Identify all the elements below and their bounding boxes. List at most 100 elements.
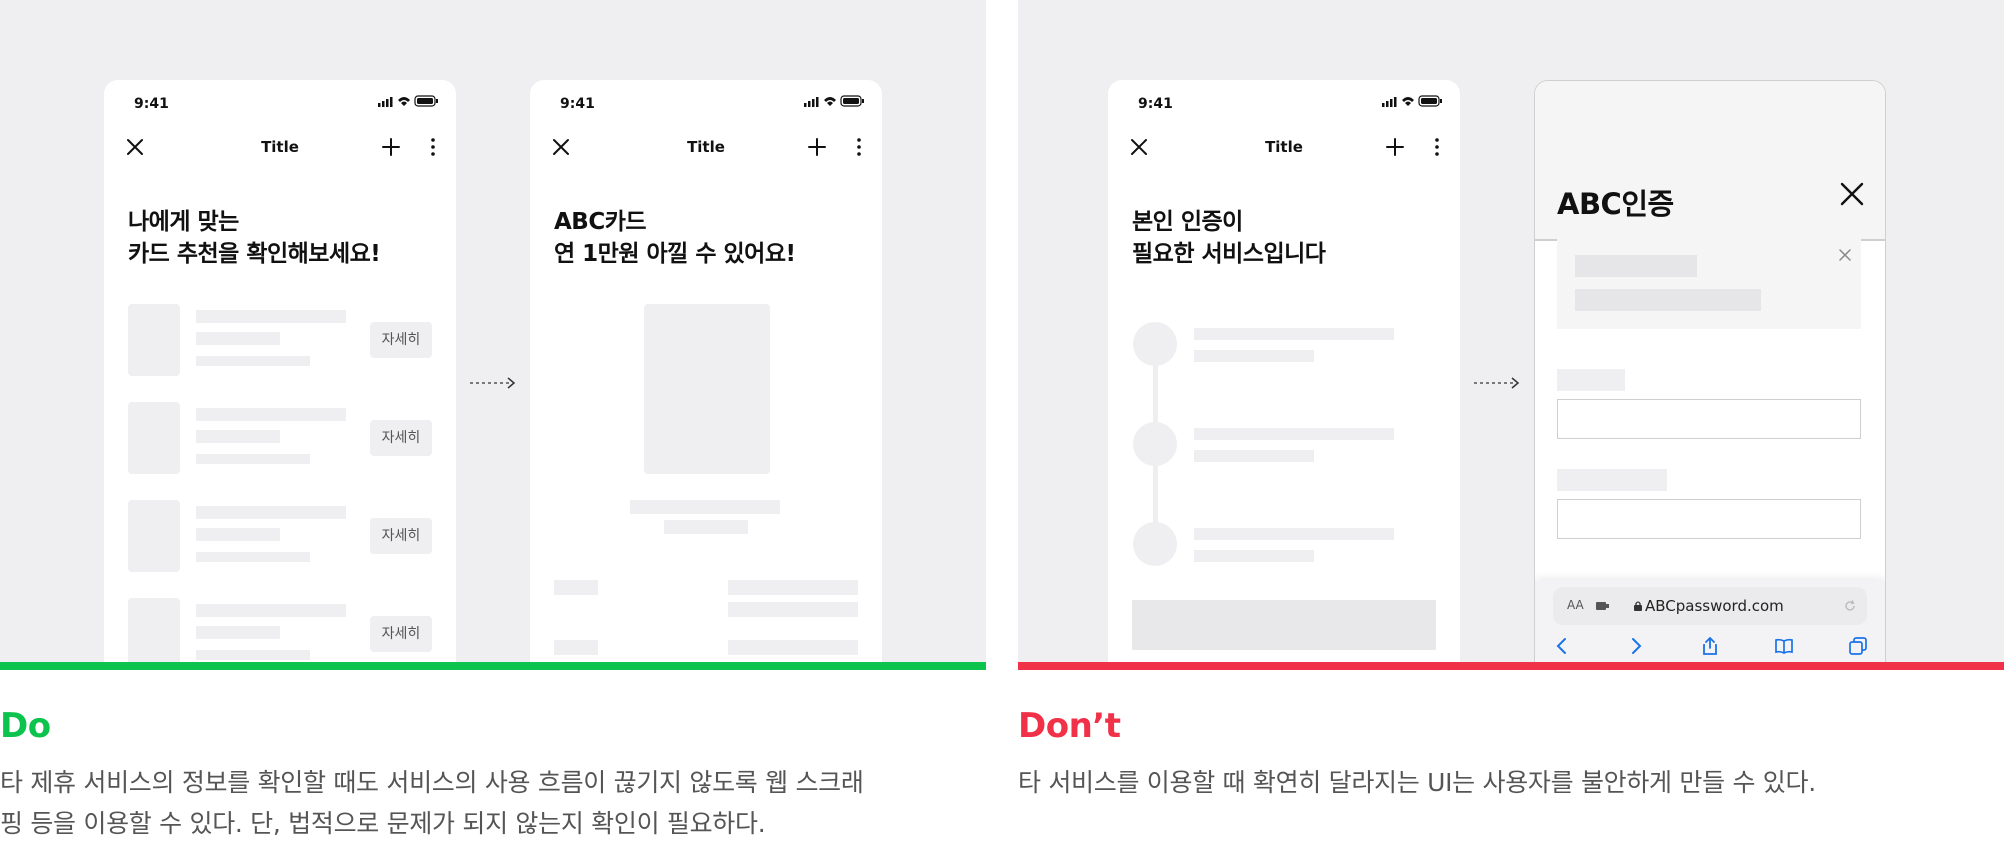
dont-phone-external-web: 9:41 ABC인증 AA ABCpassword.com (1534, 80, 1886, 662)
text-placeholder (1194, 328, 1394, 340)
text-placeholder (630, 500, 780, 514)
text-placeholder (196, 408, 346, 421)
text-placeholder (196, 552, 310, 562)
plus-icon[interactable] (804, 134, 830, 160)
card-thumbnail-placeholder (128, 500, 180, 572)
detail-button[interactable]: 자세히 (370, 322, 432, 358)
primary-button-placeholder[interactable] (1132, 600, 1436, 650)
step-circle-placeholder (1133, 422, 1177, 466)
do-description: 타 제휴 서비스의 정보를 확인할 때도 서비스의 사용 흐름이 끊기지 않도록… (0, 762, 986, 844)
value-placeholder (728, 580, 858, 595)
step-circle-placeholder (1133, 522, 1177, 566)
card-thumbnail-placeholder (128, 402, 180, 474)
close-icon[interactable] (1837, 179, 1867, 209)
headline-line-2: 카드 추천을 확인해보세요! (128, 241, 381, 267)
text-placeholder (196, 310, 346, 323)
status-icons (1382, 95, 1442, 107)
value-placeholder (728, 640, 858, 655)
extension-icon[interactable] (1595, 599, 1611, 613)
do-heading: Do (0, 706, 51, 746)
form-input-field[interactable] (1557, 499, 1861, 539)
flow-arrow-icon (1474, 377, 1520, 389)
status-time: 9:41 (1138, 96, 1173, 112)
plus-icon[interactable] (378, 134, 404, 160)
browser-toolbar: AA ABCpassword.com (1535, 581, 1885, 662)
more-vertical-icon[interactable] (852, 134, 866, 160)
do-phone-recommend: 9:41 Title 나에게 맞는 카드 추천을 확인해보세요! 자세히 자세히… (104, 80, 456, 662)
field-label-placeholder (1557, 469, 1667, 491)
share-icon[interactable] (1699, 635, 1721, 657)
status-bar: 9:41 (104, 80, 456, 124)
headline-line-1: ABC카드 (554, 209, 647, 235)
flow-arrow-icon (470, 377, 516, 389)
text-placeholder (1575, 289, 1761, 311)
status-time: 9:41 (560, 96, 595, 112)
text-placeholder (1575, 255, 1697, 277)
close-icon[interactable] (1837, 247, 1853, 263)
text-placeholder (196, 626, 280, 639)
description-line: 타 제휴 서비스의 정보를 확인할 때도 서비스의 사용 흐름이 끊기지 않도록… (0, 768, 864, 797)
back-icon[interactable] (1551, 635, 1573, 657)
notice-box (1557, 237, 1861, 329)
screen-headline: 본인 인증이 필요한 서비스입니다 (1132, 206, 1326, 270)
status-time: 9:41 (134, 96, 169, 112)
text-placeholder (1194, 528, 1394, 540)
text-placeholder (196, 332, 280, 345)
dont-indicator-bar (1018, 662, 2004, 670)
status-bar: 9:41 (530, 80, 882, 124)
dont-panel: 9:41 Title 본인 인증이 필요한 서비스입니다 ABC인증 AA AB… (1018, 0, 2004, 662)
headline-line-1: 나에게 맞는 (128, 209, 239, 235)
external-page-title: ABC인증 (1557, 187, 1674, 221)
value-placeholder (728, 602, 858, 617)
reload-icon[interactable] (1843, 599, 1857, 613)
text-placeholder (196, 650, 310, 660)
label-placeholder (554, 640, 598, 655)
status-icons (378, 95, 438, 107)
status-bar: 9:41 (1108, 80, 1460, 124)
nav-bar: Title (104, 124, 456, 172)
step-circle-placeholder (1133, 322, 1177, 366)
nav-bar: Title (530, 124, 882, 172)
forward-icon[interactable] (1625, 635, 1647, 657)
tabs-icon[interactable] (1847, 635, 1869, 657)
text-placeholder (196, 430, 280, 443)
text-placeholder (1194, 450, 1314, 462)
headline-line-2: 연 1만원 아낄 수 있어요! (554, 241, 796, 267)
do-indicator-bar (0, 662, 986, 670)
text-placeholder (196, 506, 346, 519)
description-line: 타 서비스를 이용할 때 확연히 달라지는 UI는 사용자를 불안하게 만들 수… (1018, 768, 1816, 797)
text-placeholder (664, 520, 748, 534)
do-panel: 9:41 Title 나에게 맞는 카드 추천을 확인해보세요! 자세히 자세히… (0, 0, 986, 662)
card-image-placeholder (644, 304, 770, 474)
text-placeholder (196, 528, 280, 541)
status-icons (804, 95, 864, 107)
screen-headline: 나에게 맞는 카드 추천을 확인해보세요! (128, 206, 381, 270)
text-placeholder (196, 454, 310, 464)
bookmarks-icon[interactable] (1773, 635, 1795, 657)
do-phone-card-detail: 9:41 Title ABC카드 연 1만원 아낄 수 있어요! (530, 80, 882, 662)
label-placeholder (554, 580, 598, 595)
text-placeholder (196, 356, 310, 366)
card-thumbnail-placeholder (128, 304, 180, 376)
card-thumbnail-placeholder (128, 598, 180, 662)
detail-button[interactable]: 자세히 (370, 616, 432, 652)
headline-line-1: 본인 인증이 (1132, 209, 1243, 235)
detail-button[interactable]: 자세히 (370, 518, 432, 554)
dont-heading: Don’t (1018, 706, 1121, 746)
url-text: ABCpassword.com (1645, 597, 1784, 615)
screen-headline: ABC카드 연 1만원 아낄 수 있어요! (554, 206, 796, 270)
plus-icon[interactable] (1382, 134, 1408, 160)
detail-button[interactable]: 자세히 (370, 420, 432, 456)
description-line: 핑 등을 이용할 수 있다. 단, 법적으로 문제가 되지 않는지 확인이 필요… (0, 809, 766, 838)
form-input-field[interactable] (1557, 399, 1861, 439)
dont-phone-auth-intro: 9:41 Title 본인 인증이 필요한 서비스입니다 (1108, 80, 1460, 662)
headline-line-2: 필요한 서비스입니다 (1132, 241, 1326, 267)
text-placeholder (196, 604, 346, 617)
address-bar[interactable]: AA ABCpassword.com (1553, 587, 1867, 625)
text-placeholder (1194, 350, 1314, 362)
text-placeholder (1194, 550, 1314, 562)
text-placeholder (1194, 428, 1394, 440)
more-vertical-icon[interactable] (1430, 134, 1444, 160)
text-size-button[interactable]: AA (1567, 598, 1584, 612)
more-vertical-icon[interactable] (426, 134, 440, 160)
